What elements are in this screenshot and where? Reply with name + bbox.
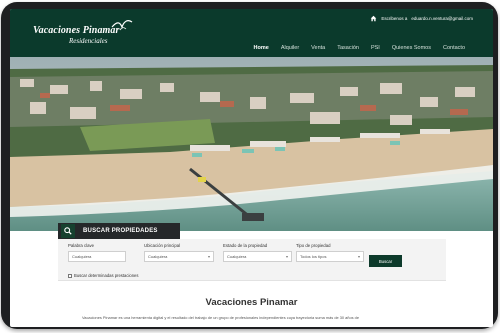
main-nav: Home Alquiler Venta Tasación PSI Quienes…	[254, 45, 465, 51]
search-button[interactable]: Buscar	[369, 255, 402, 267]
logo-title: Vacaciones Pinamar	[33, 25, 120, 36]
logo-subtitle: Residenciales	[69, 37, 108, 45]
contact-email[interactable]: eduardo.n.ventura@gmail.com	[411, 16, 473, 21]
location-select[interactable]: Cualquiera ▾	[144, 251, 214, 262]
location-label: Ubicación principal	[144, 243, 181, 248]
home-icon	[371, 15, 377, 21]
chevron-down-icon: ▾	[357, 254, 360, 259]
features-toggle[interactable]: Buscar determinadas prestaciones	[68, 273, 138, 278]
status-select[interactable]: Cualquiera ▾	[223, 251, 292, 262]
keyword-input[interactable]: Cualquiera	[68, 251, 126, 262]
main-title: Vacaciones Pinamar	[205, 297, 298, 308]
chevron-down-icon: ▾	[207, 254, 210, 259]
nav-contacto[interactable]: Contacto	[443, 45, 465, 51]
type-select[interactable]: Todos los tipos ▾	[296, 251, 364, 262]
keyword-label: Palabra clave	[68, 243, 95, 248]
status-field: Estado de la propiedad Cualquiera ▾	[223, 243, 292, 262]
tablet-screen: Vacaciones Pinamar Residenciales Escribe…	[10, 9, 493, 327]
nav-home[interactable]: Home	[254, 45, 269, 51]
type-field: Tipo de propiedad Todos los tipos ▾	[296, 243, 364, 262]
tablet-frame: Vacaciones Pinamar Residenciales Escribe…	[1, 2, 498, 329]
nav-tasacion[interactable]: Tasación	[337, 45, 359, 51]
contact-label: Escribenos a	[381, 15, 408, 21]
intro-text: Vacaciones Pinamar es una herramienta di…	[82, 315, 359, 320]
search-tab: BUSCAR PROPIEDADES	[58, 223, 180, 239]
search-icon-box	[61, 224, 75, 238]
location-field: Ubicación principal Cualquiera ▾	[144, 243, 214, 262]
features-checkbox[interactable]	[68, 273, 72, 278]
chevron-down-icon: ▾	[285, 254, 288, 259]
nav-psi[interactable]: PSI	[371, 45, 380, 51]
contact-email-link[interactable]: Escribenos a eduardo.n.ventura@gmail.com	[370, 13, 473, 23]
search-title: BUSCAR PROPIEDADES	[83, 228, 158, 234]
nav-alquiler[interactable]: Alquiler	[281, 45, 299, 51]
site-header: Vacaciones Pinamar Residenciales Escribe…	[10, 9, 493, 57]
search-panel: Palabra clave Cualquiera Ubicación princ…	[58, 239, 446, 281]
type-label: Tipo de propiedad	[296, 243, 331, 248]
hero-beach-photo	[10, 57, 493, 231]
nav-quienes-somos[interactable]: Quienes Somos	[392, 45, 431, 51]
nav-venta[interactable]: Venta	[311, 45, 325, 51]
seagull-icon	[111, 20, 133, 31]
keyword-field: Palabra clave Cualquiera	[68, 243, 126, 262]
site-logo[interactable]: Vacaciones Pinamar Residenciales	[33, 20, 133, 45]
features-label: Buscar determinadas prestaciones	[74, 273, 139, 278]
search-icon	[64, 227, 72, 235]
status-label: Estado de la propiedad	[223, 243, 268, 248]
